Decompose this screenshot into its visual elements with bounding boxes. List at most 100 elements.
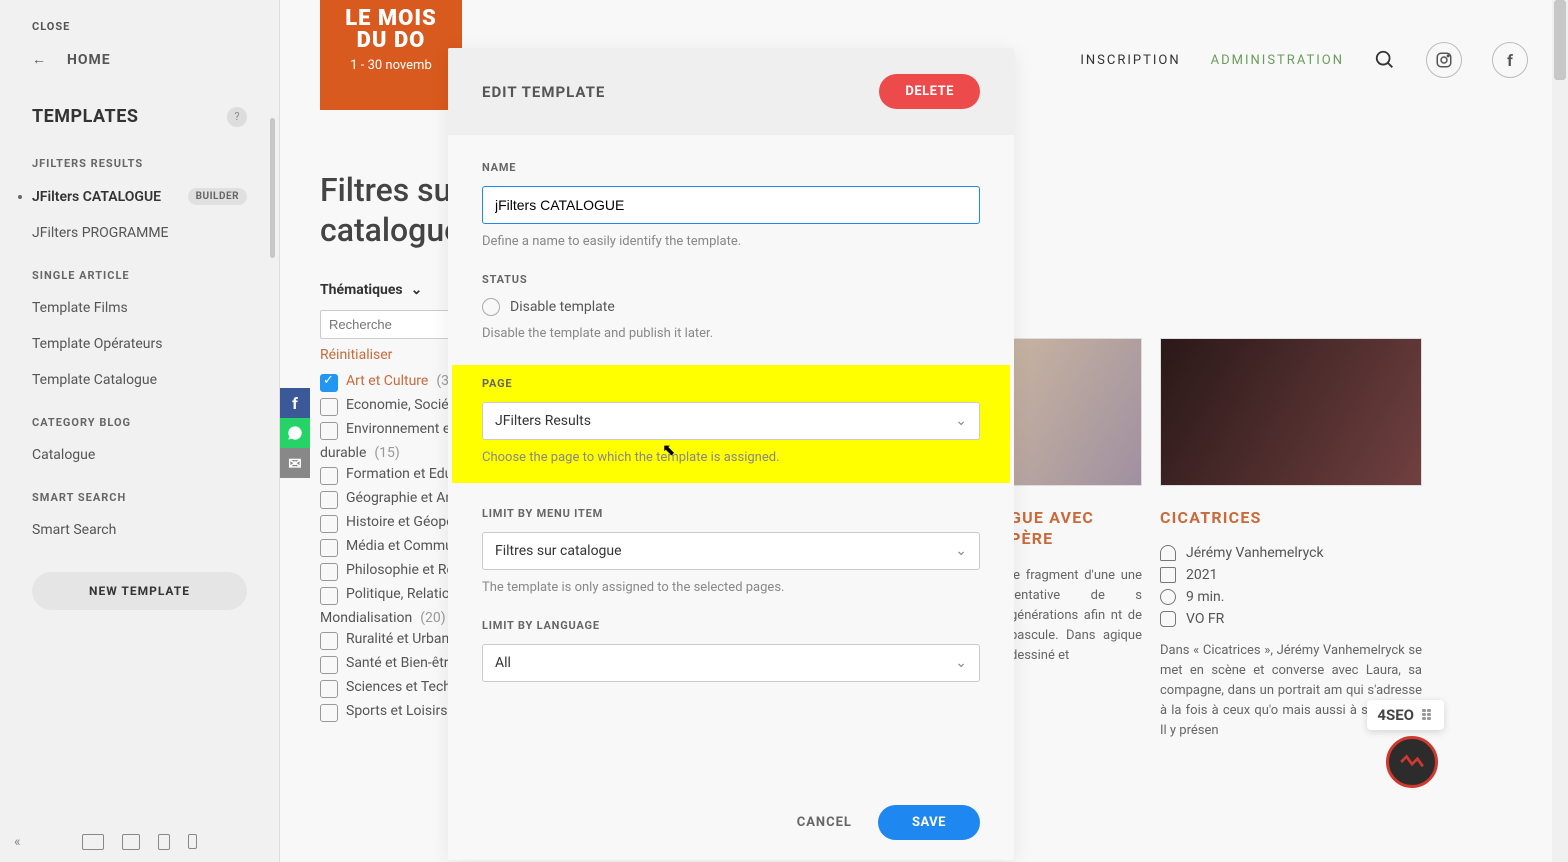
checkbox-icon — [320, 515, 338, 533]
section-category-blog: CATEGORY BLOG — [0, 398, 279, 437]
disable-template-radio[interactable]: Disable template — [482, 298, 980, 316]
drag-handle-icon[interactable] — [1422, 709, 1434, 721]
4seo-widget[interactable]: 4SEO — [1367, 700, 1444, 730]
page-select[interactable]: JFilters Results ⌄ — [482, 402, 980, 440]
phone-icon[interactable] — [188, 834, 197, 849]
checkbox-icon — [320, 539, 338, 557]
close-button[interactable]: CLOSE — [0, 20, 279, 33]
radio-icon — [482, 298, 500, 316]
section-smart-search: SMART SEARCH — [0, 473, 279, 512]
calendar-icon — [1160, 567, 1176, 583]
checkbox-icon — [320, 632, 338, 650]
facebook-icon[interactable]: f — [1492, 42, 1528, 78]
instagram-icon[interactable] — [1426, 42, 1462, 78]
modal-title: EDIT TEMPLATE — [482, 83, 605, 101]
nav-jfilters-programme[interactable]: JFilters PROGRAMME — [0, 215, 279, 251]
card-language: VO FR — [1186, 611, 1224, 627]
home-button[interactable]: ← HOME — [0, 33, 279, 86]
section-single-article: SINGLE ARTICLE — [0, 251, 279, 290]
nav-administration[interactable]: ADMINISTRATION — [1211, 53, 1344, 68]
help-icon[interactable]: ? — [227, 107, 247, 127]
share-email-icon[interactable]: ✉ — [280, 448, 310, 478]
nav-label: JFilters CATALOGUE — [32, 189, 161, 205]
radio-label: Disable template — [510, 299, 615, 315]
card-image — [1010, 338, 1142, 486]
card-duration: 9 min. — [1186, 589, 1224, 605]
share-facebook-icon[interactable]: f — [280, 388, 310, 418]
chevron-down-icon: ⌄ — [955, 543, 967, 559]
arrow-left-icon: ← — [32, 51, 47, 68]
section-jfilters-results: JFILTERS RESULTS — [0, 139, 279, 178]
filter-label: Art et Culture — [346, 373, 428, 389]
logo-line1: LE MOIS — [326, 8, 456, 30]
checkbox-icon — [320, 467, 338, 485]
builder-badge: BUILDER — [188, 188, 247, 205]
film-card[interactable]: GUE AVEC PÈRE le fragment d'une une tent… — [1010, 338, 1142, 666]
menu-hint: The template is only assigned to the sel… — [482, 580, 980, 595]
nav-template-operateurs[interactable]: Template Opérateurs — [0, 326, 279, 362]
name-label: NAME — [482, 161, 980, 174]
filter-count: (20) — [420, 610, 445, 626]
logo-line3: 1 - 30 novemb — [326, 58, 456, 73]
filter-label: Politique, Relation — [346, 586, 458, 602]
select-value: JFilters Results — [495, 413, 591, 429]
menu-select[interactable]: Filtres sur catalogue ⌄ — [482, 532, 980, 570]
logo-line2: DU DO — [326, 30, 456, 52]
checkbox-icon — [320, 398, 338, 416]
nav-template-films[interactable]: Template Films — [0, 290, 279, 326]
device-preview-toggles — [0, 834, 279, 850]
desktop-icon[interactable] — [82, 834, 104, 850]
save-button[interactable]: SAVE — [878, 805, 980, 840]
language-select[interactable]: All ⌄ — [482, 644, 980, 682]
edit-template-modal: EDIT TEMPLATE DELETE NAME Define a name … — [448, 48, 1014, 860]
filter-label: Histoire et Géopo — [346, 514, 454, 530]
select-value: All — [495, 655, 511, 671]
site-logo[interactable]: LE MOIS DU DO 1 - 30 novemb — [320, 0, 462, 110]
menu-label: LIMIT BY MENU ITEM — [482, 507, 980, 520]
filter-count: (15) — [374, 445, 399, 461]
nav-jfilters-catalogue[interactable]: JFilters CATALOGUE BUILDER — [0, 178, 279, 215]
nav-inscription[interactable]: INSCRIPTION — [1080, 53, 1180, 68]
select-value: Filtres sur catalogue — [495, 543, 622, 559]
nav-smart-search[interactable]: Smart Search — [0, 512, 279, 548]
filter-label: Philosophie et Rel — [346, 562, 457, 578]
status-hint: Disable the template and publish it late… — [482, 326, 980, 341]
share-whatsapp-icon[interactable] — [280, 418, 310, 448]
clock-icon — [1160, 589, 1176, 605]
home-label: HOME — [67, 52, 111, 68]
tablet-icon[interactable] — [158, 834, 170, 850]
filter-label: Environnement et — [346, 421, 455, 437]
checkbox-icon — [320, 491, 338, 509]
nav-catalogue[interactable]: Catalogue — [0, 437, 279, 473]
filter-label: Média et Commun — [346, 538, 461, 554]
person-icon — [1160, 545, 1176, 561]
name-input[interactable] — [482, 186, 980, 224]
page-title: Filtres surcatalogue — [320, 170, 463, 250]
page-scrollbar-thumb[interactable] — [1554, 0, 1566, 80]
status-label: STATUS — [482, 273, 980, 286]
checkbox-icon — [320, 563, 338, 581]
filter-label: Ruralité et Urbani — [346, 631, 453, 647]
laptop-icon[interactable] — [122, 834, 140, 850]
nav-template-catalogue[interactable]: Template Catalogue — [0, 362, 279, 398]
sidebar-scrollbar[interactable] — [270, 118, 275, 258]
film-card[interactable]: CICATRICES Jérémy Vanhemelryck 2021 9 mi… — [1160, 338, 1422, 742]
card-description: le fragment d'une une tentative de s gén… — [1010, 566, 1142, 667]
cancel-button[interactable]: CANCEL — [797, 815, 852, 830]
new-template-button[interactable]: NEW TEMPLATE — [32, 572, 247, 610]
page-scrollbar-track — [1552, 0, 1568, 862]
speech-icon — [1160, 611, 1176, 627]
chevron-down-icon: ⌄ — [411, 282, 423, 298]
search-icon[interactable] — [1374, 49, 1396, 71]
filter-label: durable — [320, 445, 366, 461]
filter-label: Sports et Loisirs ( — [346, 703, 456, 719]
templates-heading: TEMPLATES — [32, 106, 138, 127]
sidebar: CLOSE ← HOME TEMPLATES ? JFILTERS RESULT… — [0, 0, 280, 862]
floating-action-button[interactable] — [1386, 736, 1438, 788]
card-title: CICATRICES — [1160, 508, 1422, 529]
page-label: PAGE — [482, 377, 980, 390]
filter-label: Santé et Bien-être — [346, 655, 456, 671]
filter-label: Formation et Educ — [346, 466, 460, 482]
top-nav: INSCRIPTION ADMINISTRATION f — [1080, 42, 1528, 78]
delete-button[interactable]: DELETE — [879, 74, 980, 109]
